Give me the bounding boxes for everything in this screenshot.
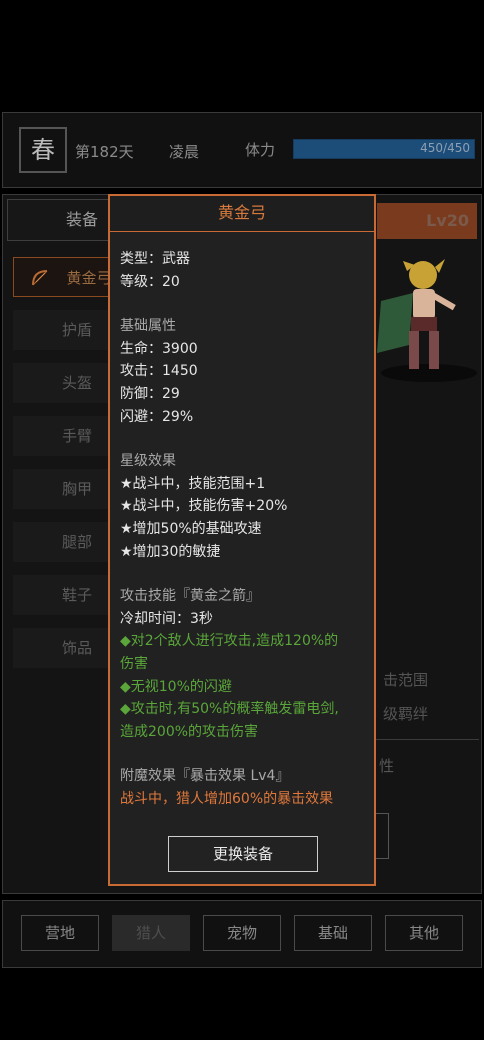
attack-skill-heading: 攻击技能『黄金之箭』 — [120, 588, 260, 605]
skill-effect: ◆对2个敌人进行攻击,造成120%的 — [120, 633, 339, 650]
hunter-character-sprite — [377, 259, 477, 382]
item-title: 黄金弓 — [110, 196, 374, 232]
change-equipment-button[interactable]: 更换装备 — [168, 836, 318, 872]
star-effect: ★增加50%的基础攻速 — [120, 520, 262, 537]
bottom-nav: 营地 猎人 宠物 基础 其他 — [2, 900, 482, 968]
skill-cooldown: 冷却时间：3秒 — [120, 610, 213, 627]
faded-attribute-text-2: 级羁绊 — [383, 705, 429, 723]
skill-effect-continued: 伤害 — [120, 655, 148, 672]
slot-label: 鞋子 — [61, 586, 92, 604]
item-level: 等级：20 — [120, 273, 180, 290]
skill-effect: ◆攻击时,有50%的概率触发雷电剑, — [120, 701, 339, 718]
slot-label: 胸甲 — [61, 480, 92, 498]
base-stats-heading: 基础属性 — [120, 318, 176, 335]
slot-label: 护盾 — [61, 321, 92, 339]
stamina-bar: 450/450 — [293, 139, 475, 159]
item-type: 类型：武器 — [120, 251, 190, 267]
nav-pet[interactable]: 宠物 — [203, 915, 281, 951]
item-detail-popup: 黄金弓 类型：武器 等级：20 基础属性 生命：3900 攻击：1450 防御：… — [108, 194, 376, 886]
status-bar: 春 第182天 凌晨 体力 450/450 — [2, 112, 482, 188]
item-details: 类型：武器 等级：20 基础属性 生命：3900 攻击：1450 防御：29 闪… — [120, 248, 370, 810]
day-counter: 第182天 — [75, 143, 134, 161]
stat-dodge: 闪避：29% — [120, 408, 194, 425]
slot-label: 腿部 — [61, 533, 92, 551]
faded-attribute-text-3: 性 — [379, 757, 395, 775]
faded-attribute-text-1: 击范围 — [383, 671, 429, 689]
star-effect: ★增加30的敏捷 — [120, 543, 221, 560]
stat-attack: 攻击：1450 — [120, 363, 198, 380]
bow-icon — [32, 270, 48, 286]
nav-other[interactable]: 其他 — [385, 915, 463, 951]
hunter-level-tab: Lv20 — [377, 203, 477, 239]
nav-hunter[interactable]: 猎人 — [112, 915, 190, 951]
nav-basic[interactable]: 基础 — [294, 915, 372, 951]
stamina-value: 450/450 — [420, 141, 470, 155]
slot-label: 饰品 — [61, 639, 92, 657]
season-badge: 春 — [19, 127, 67, 173]
nav-camp[interactable]: 营地 — [21, 915, 99, 951]
stat-hp: 生命：3900 — [120, 340, 198, 357]
time-of-day: 凌晨 — [169, 143, 200, 161]
stamina-label: 体力 — [245, 141, 276, 159]
star-effect: ★战斗中，技能范围+1 — [120, 475, 266, 492]
enchant-heading: 附魔效果『暴击效果 Lv4』 — [120, 768, 290, 785]
skill-effect: ◆无视10%的闪避 — [120, 678, 232, 695]
skill-effect-continued: 造成200%的攻击伤害 — [120, 723, 259, 740]
star-effect: ★战斗中，技能伤害+20% — [120, 498, 288, 515]
enchant-effect: 战斗中，猎人增加60%的暴击效果 — [120, 790, 334, 807]
slot-label: 手臂 — [61, 427, 92, 445]
stat-defense: 防御：29 — [120, 385, 180, 402]
star-effects-heading: 星级效果 — [120, 453, 176, 470]
slot-label: 头盔 — [61, 374, 92, 392]
slot-label: 黄金弓 — [66, 269, 112, 287]
